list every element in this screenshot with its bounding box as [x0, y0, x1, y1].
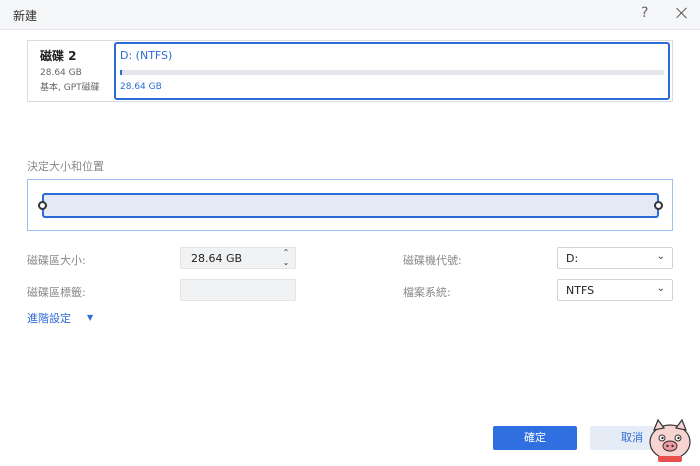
partition-usage-fill: [120, 70, 122, 75]
title-bar: 新建 ?: [0, 0, 700, 30]
resize-area: [27, 179, 673, 231]
partition-label-label: 磁碟區標籤:: [27, 286, 86, 299]
caret-down-icon[interactable]: ▼: [87, 313, 93, 322]
partition-size-label: 磁碟區大小:: [27, 254, 86, 267]
chevron-down-icon: ⌄: [656, 251, 665, 262]
question-mark-icon[interactable]: ?: [641, 5, 648, 21]
disk-map: 磁碟 2 28.64 GB 基本, GPT磁碟 D: (NTFS) 28.64 …: [27, 40, 673, 102]
close-icon[interactable]: [675, 6, 689, 20]
file-system-label: 檔案系統:: [403, 286, 451, 299]
disk-type: 基本, GPT磁碟: [40, 83, 100, 93]
stepper-arrows-icon[interactable]: ⌃ ⌄: [281, 248, 291, 268]
partition-block-d[interactable]: D: (NTFS) 28.64 GB: [114, 42, 670, 100]
partition-size-stepper[interactable]: 28.64 GB ⌃ ⌄: [180, 247, 296, 269]
resize-handle-left[interactable]: [38, 201, 47, 210]
partition-size: 28.64 GB: [120, 82, 162, 92]
disk-name: 磁碟 2: [40, 49, 77, 63]
drive-letter-select[interactable]: D: ⌄: [557, 247, 673, 269]
drive-letter-value: D:: [566, 252, 579, 265]
window-title: 新建: [13, 9, 38, 23]
resize-handle-right[interactable]: [654, 201, 663, 210]
chevron-down-icon: ⌄: [656, 283, 665, 294]
file-system-value: NTFS: [566, 284, 595, 297]
drive-letter-label: 磁碟機代號:: [403, 254, 462, 267]
partition-usage-bar: [120, 70, 664, 75]
file-system-select[interactable]: NTFS ⌄: [557, 279, 673, 301]
advanced-settings-link[interactable]: 進階設定: [27, 310, 71, 326]
disk-size: 28.64 GB: [40, 68, 82, 78]
mascot-logo-icon: [649, 418, 691, 462]
disk-info: 磁碟 2 28.64 GB 基本, GPT磁碟: [28, 41, 114, 101]
resize-section-label: 決定大小和位置: [27, 160, 104, 173]
ok-button[interactable]: 確定: [493, 426, 577, 450]
partition-size-value: 28.64 GB: [191, 252, 243, 265]
partition-label-input[interactable]: [180, 279, 296, 301]
partition-resize-bar[interactable]: [42, 193, 659, 218]
partition-label: D: (NTFS): [120, 49, 173, 62]
